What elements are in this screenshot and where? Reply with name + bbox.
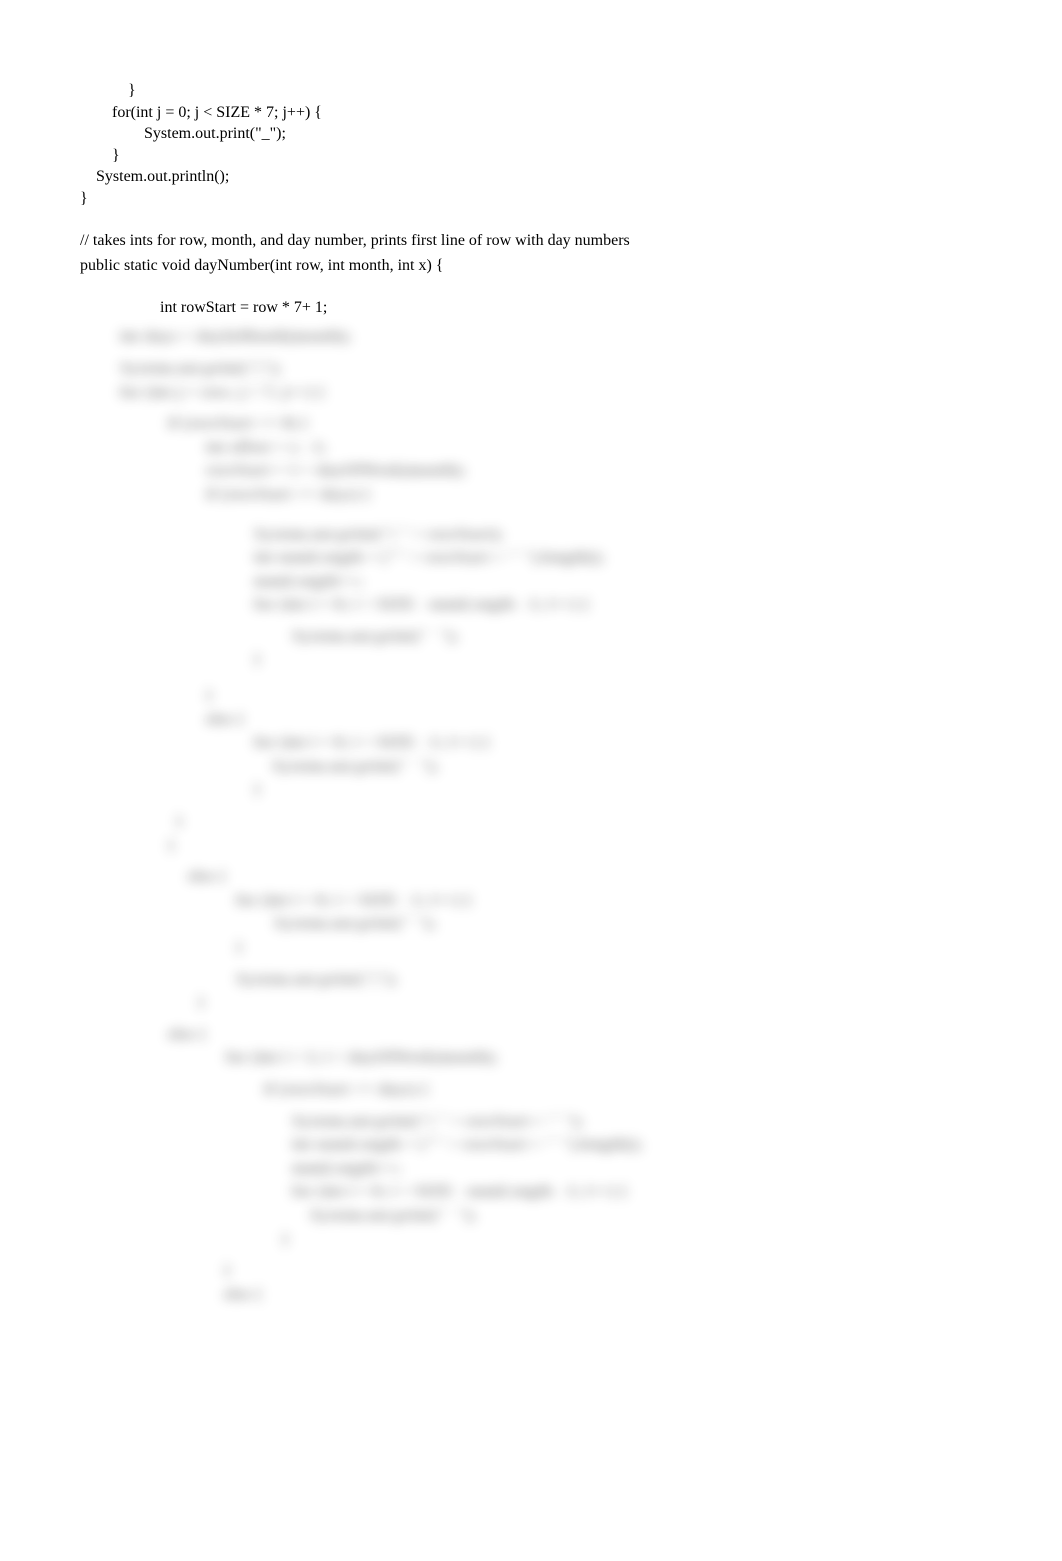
blurred-line: } [210,1229,1002,1251]
blurred-line: System.out.print(" "); [220,626,1002,648]
blurred-line: else { [170,709,1002,731]
blurred-line: } [140,811,1002,833]
blurred-line: } [200,779,1002,801]
blurred-line: System.out.print(" "); [220,1205,1002,1227]
blurred-line: for (int i = 1; i < dayOfWeek(month); [190,1047,1002,1069]
method-comment: // takes ints for row, month, and day nu… [80,230,740,252]
blurred-line: } [170,685,1002,707]
blurred-line: } [170,1260,1002,1282]
blurred-line: int numLength = ("" + rowStart + " ").le… [220,1134,1002,1156]
blurred-line: int days = dayInMonth(month); [120,326,1002,348]
blurred-line: } [200,649,1002,671]
blurred-line: numLength++; [220,1158,1002,1180]
blurred-line: System.out.print("| " + rowStart); [200,524,1002,546]
blurred-code-region: int days = dayInMonth(month); System.out… [80,326,1002,1305]
blurred-line: } [150,835,1002,857]
blurred-line: else { [170,1284,1002,1306]
method-signature: public static void dayNumber(int row, in… [80,255,1002,277]
blurred-line: if (rowStart <= days) { [170,484,1002,506]
blurred-line: for (int i = 0; i < SIZE - numLength - 1… [220,1181,1002,1203]
blurred-line: for (int j = row; j < 7; j++) { [120,382,1002,404]
blurred-line: numLength++; [200,571,1002,593]
blurred-line: if (rowStart <= days) { [210,1079,1002,1101]
blurred-line: System.out.print("|"); [120,358,1002,380]
blurred-line: else { [170,866,1002,888]
blurred-line: System.out.print(" "); [200,756,1002,778]
blurred-line: } [180,992,1002,1014]
code-snippet-top: } for(int j = 0; j < SIZE * 7; j++) { Sy… [80,80,1002,210]
blurred-line: if (rowStart <= 0) { [150,413,1002,435]
blurred-line: System.out.print("|"); [200,969,1002,991]
blurred-line: for (int i = 0; i < SIZE - numLength - 1… [200,594,1002,616]
blurred-line: for (int i = 0; i < SIZE - 1; i++) { [200,890,1002,912]
visible-code-line: int rowStart = row * 7+ 1; [120,297,1002,319]
blurred-line: int numLength = ("" + rowStart + " ").le… [200,547,1002,569]
blurred-line: rowStart = 1 + dayOfWeek(month); [170,460,1002,482]
blurred-line: System.out.print("| " + rowStart + " "); [220,1111,1002,1133]
blurred-line: } [200,937,1002,959]
blurred-line: int offset = x - 1; [170,437,1002,459]
blurred-line: System.out.print(" "); [220,913,1002,935]
blurred-line: for (int i = 0; i < SIZE - 1; i++) { [200,732,1002,754]
blurred-line: else { [150,1024,1002,1046]
